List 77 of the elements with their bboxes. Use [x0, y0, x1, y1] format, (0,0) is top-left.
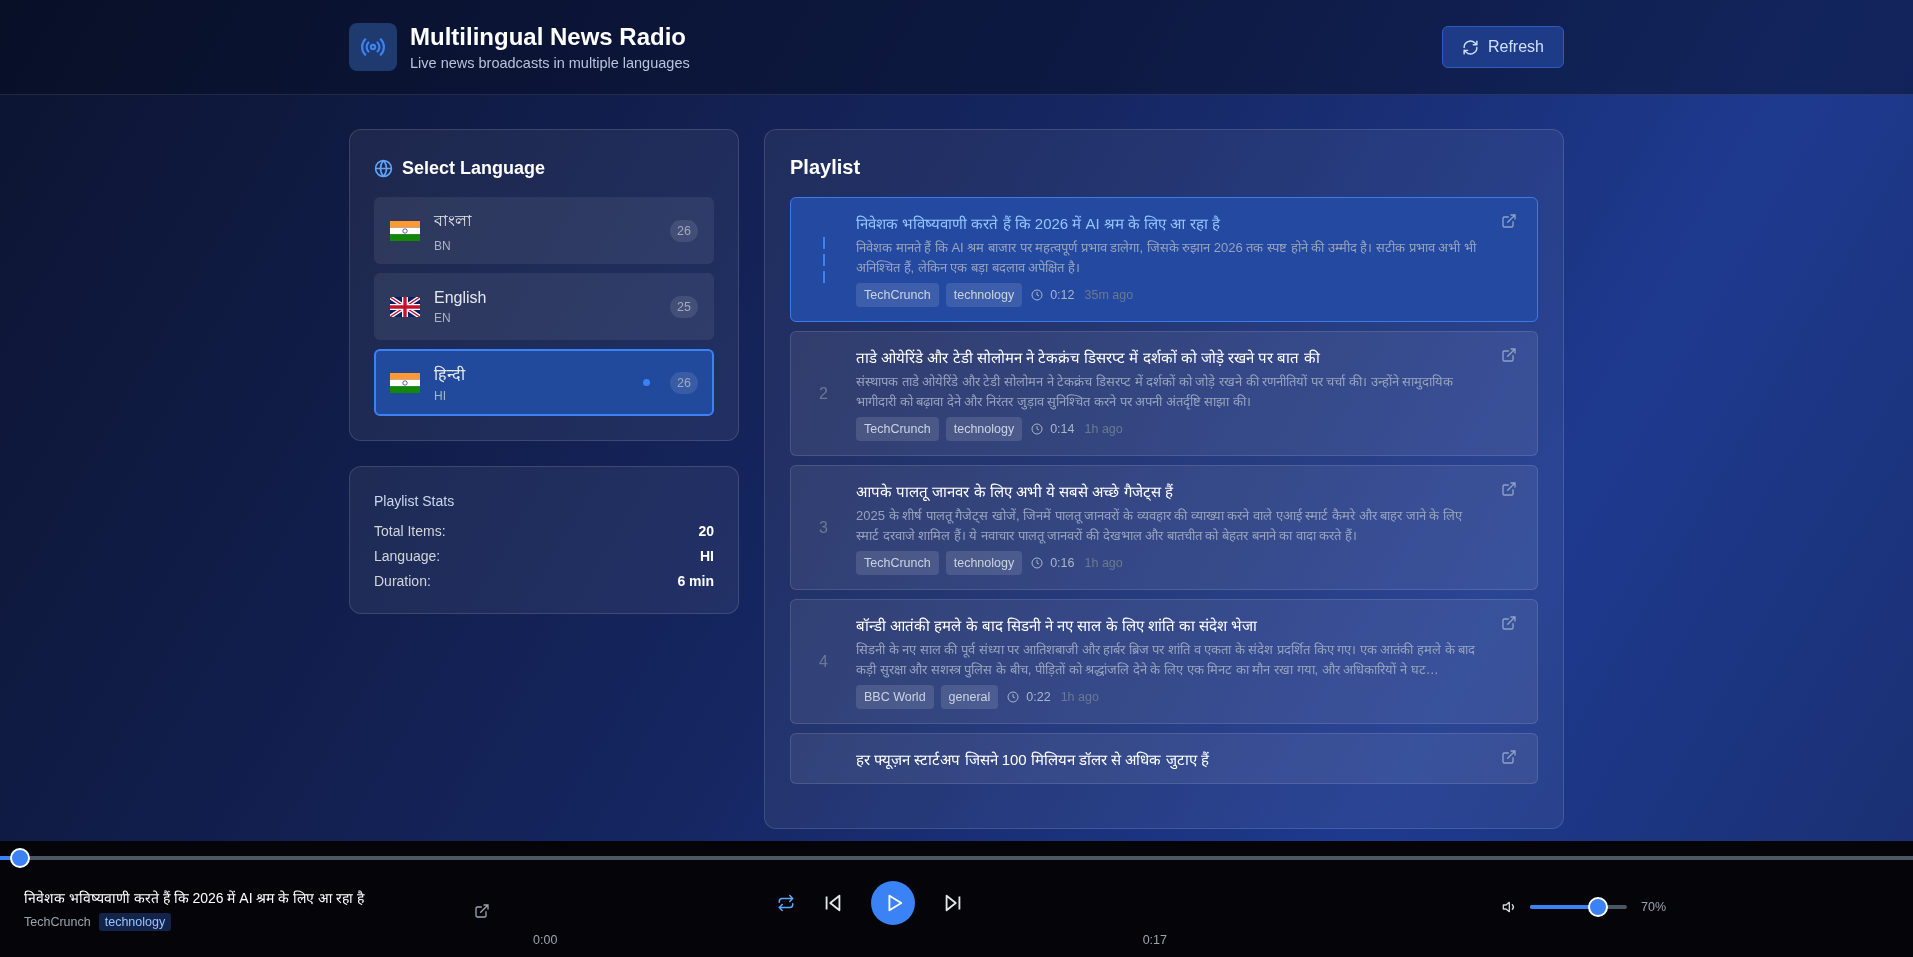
active-dot: [643, 379, 651, 386]
source-tag: BBC World: [856, 685, 934, 709]
source-tag: TechCrunch: [856, 551, 939, 575]
category-tag: technology: [945, 417, 1023, 441]
flag-icon: [390, 296, 420, 317]
globe-icon: [374, 159, 393, 178]
external-link-icon[interactable]: [1501, 213, 1517, 229]
flag-icon: [390, 372, 420, 393]
slider-thumb[interactable]: [9, 848, 30, 868]
age-text: 35m ago: [1084, 288, 1134, 302]
clock-icon: [1031, 423, 1044, 435]
language-name: বাংলা: [434, 211, 473, 231]
radio-icon: [349, 23, 397, 71]
stat-value: 20: [698, 523, 714, 539]
volume-reading: 70%: [1641, 900, 1667, 914]
total-time: 0:17: [1142, 933, 1167, 947]
duration-text: 0:22: [1026, 690, 1051, 704]
language-name: हिन्दी: [434, 364, 467, 385]
volume-slider[interactable]: [1530, 897, 1627, 917]
category-tag: general: [940, 685, 999, 709]
refresh-icon: [1461, 38, 1479, 56]
category-tag: technology: [945, 551, 1023, 575]
now-playing-title: निवेशक भविष्यवाणी करते हैं कि 2026 में AI श्रम के लिए आ रहा है: [24, 889, 366, 907]
source-text: TechCrunch: [24, 915, 91, 929]
item-description: 2025 के शीर्ष पालतू गैजेट्स खोजें, जिनमें पालतू जानवरों के व्यवहार की व्याख्या करने वाले एआई स्मार्ट कैमरे और बाहर जाने के लिए स्मार्ट दरवाजे शामिल हैं। ये नवाचार पालतू जानवरों की देखभाल और बातचीत को बेहतर बनाने का वादा करते हैं।: [856, 507, 1464, 545]
language-option[interactable]: বাংলা BN 26: [374, 197, 714, 264]
language-option[interactable]: English EN 25: [374, 273, 714, 340]
app-title: Multilingual News Radio: [410, 23, 687, 51]
item-number: 3: [819, 519, 828, 537]
progress-slider[interactable]: [0, 848, 1913, 868]
stat-label: Duration:: [374, 573, 431, 589]
playlist-item[interactable]: हर फ्यूज़न स्टार्टअप जिसने 100 मिलियन डॉलर से अधिक जुटाए हैं: [790, 733, 1538, 784]
item-title: हर फ्यूज़न स्टार्टअप जिसने 100 मिलियन डॉलर से अधिक जुटाए हैं: [856, 750, 1210, 769]
language-code: BN: [434, 239, 452, 253]
count-badge: 26: [670, 219, 698, 242]
playlist-title: Playlist: [790, 156, 862, 179]
item-number: 2: [819, 385, 828, 403]
play-button[interactable]: [870, 881, 915, 925]
stats-title: Playlist Stats: [374, 493, 456, 509]
clock-icon: [1007, 691, 1020, 703]
language-option[interactable]: हिन्दी HI 26: [374, 349, 714, 416]
clock-icon: [1031, 557, 1044, 569]
language-code: HI: [434, 388, 447, 403]
stat-label: Language:: [374, 548, 441, 564]
app-subtitle: Live news broadcasts in multiple languages: [410, 55, 690, 71]
item-description: संस्थापक ताडे ओयेरिंडे और टेडी सोलोमन ने टेकक्रंच डिसरप्ट में दर्शकों को जोड़े रखने की रणनीतियों पर चर्चा की। उन्होंने सामुदायिक भागीदारी को बढ़ावा देने और निरंतर जुड़ाव सुनिश्चित करने पर अपनी अंतर्दृष्टि साझा की।: [856, 373, 1455, 411]
source-tag: TechCrunch: [856, 283, 939, 307]
category-tag: technology: [98, 913, 172, 931]
item-number: 4: [819, 653, 828, 671]
playlist-item[interactable]: [790, 197, 1538, 322]
duration-text: 0:14: [1050, 422, 1075, 436]
item-title: निवेशक भविष्यवाणी करते हैं कि 2026 में AI श्रम के लिए आ रहा है: [856, 214, 1221, 233]
flag-icon: [390, 220, 420, 241]
clock-icon: [1031, 289, 1044, 301]
count-badge: 26: [670, 371, 698, 394]
item-description: निवेशक मानते हैं कि AI श्रम बाजार पर महत्वपूर्ण प्रभाव डालेगा, जिसके रुझान 2026 तक स्पष्ट होने की उम्मीद है। सटीक प्रभाव अभी भी अनिश्चित हैं, लेकिन एक बड़ा बदलाव अपेक्षित है।: [856, 239, 1478, 277]
duration-text: 0:16: [1050, 556, 1075, 570]
stat-value: HI: [700, 548, 714, 564]
source-tag: TechCrunch: [856, 417, 939, 441]
item-description: सिडनी के नए साल की पूर्व संध्या पर आतिशबाजी और हार्बर ब्रिज पर शांति व एकता के संदेश प्रदर्शित किए गए। एक आतंकी हमले के बाद कड़ी सुरक्षा और सशस्त्र पुलिस के बीच, पीड़ितों को श्रद्धांजलि देने के लिए एक मिनट का मौन रखा गया, और अधिकारियों ने घट…: [856, 641, 1477, 679]
category-tag: technology: [945, 283, 1023, 307]
item-title: ताडे ओयेरिंडे और टेडी सोलोमन ने टेकक्रंच डिसरप्ट में दर्शकों को जोड़े रखने पर बात की: [856, 348, 1321, 367]
repeat-icon[interactable]: [776, 894, 795, 912]
slider-thumb[interactable]: [1587, 897, 1608, 917]
current-time: 0:00: [533, 933, 558, 947]
item-title: बॉन्डी आतंकी हमले के बाद सिडनी ने नए साल के लिए शांति का संदेश भेजा: [856, 616, 1259, 635]
equalizer-icon: [821, 237, 826, 283]
external-link-icon[interactable]: [474, 903, 490, 919]
language-code: EN: [434, 310, 452, 325]
stat-label: Total Items:: [374, 523, 446, 539]
item-title: आपके पालतू जानवर के लिए अभी ये सबसे अच्छे गैजेट्स हैं: [856, 482, 1174, 501]
section-title: Select Language: [402, 158, 546, 179]
duration-text: 0:12: [1050, 288, 1075, 302]
refresh-button[interactable]: Refresh: [1441, 26, 1564, 68]
count-badge: 25: [670, 295, 698, 318]
language-name: English: [434, 288, 488, 307]
stat-value: 6 min: [677, 573, 714, 589]
